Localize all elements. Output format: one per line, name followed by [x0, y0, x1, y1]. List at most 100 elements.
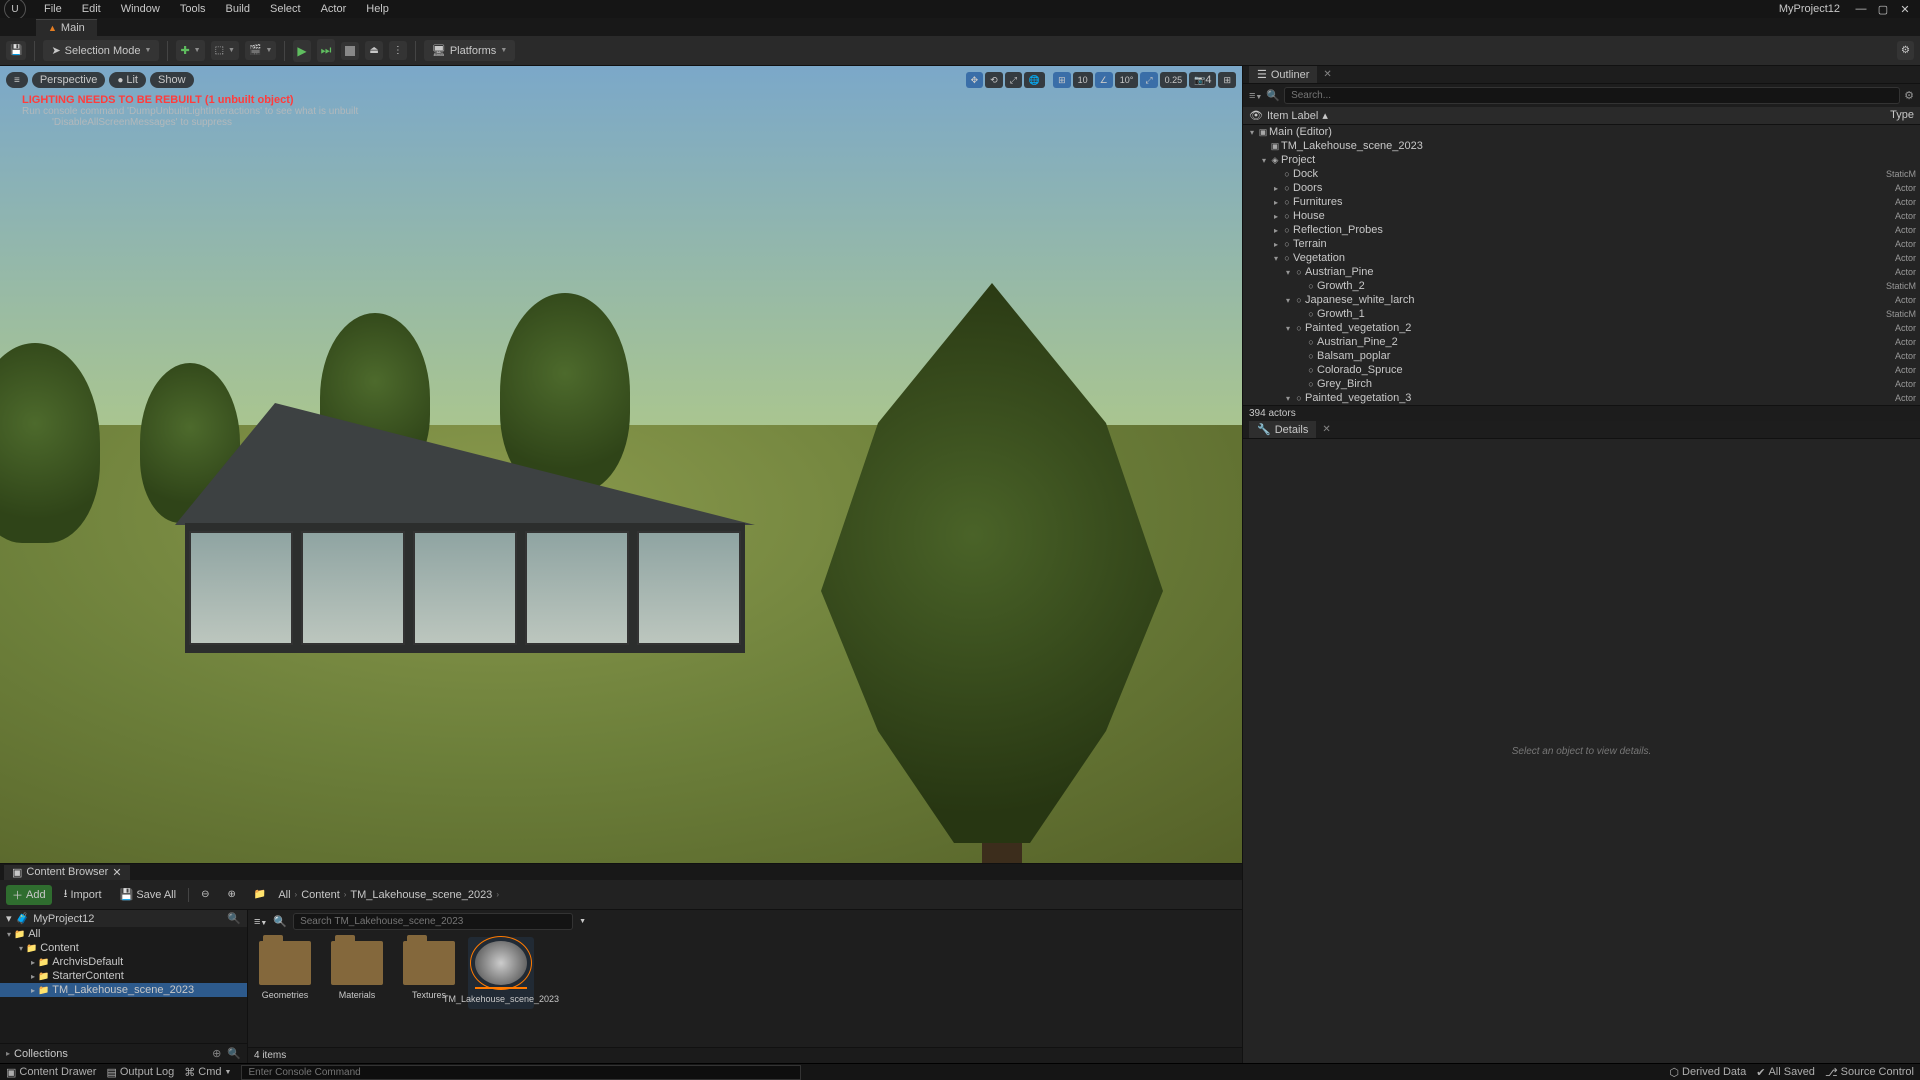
skip-button[interactable]: ⏭: [317, 39, 336, 62]
asset-item[interactable]: Materials: [324, 937, 390, 1005]
outliner-row[interactable]: ○Growth_1StaticM: [1243, 307, 1920, 321]
menu-tools[interactable]: Tools: [170, 1, 216, 17]
expand-icon[interactable]: ▾: [1283, 296, 1293, 305]
add-collection-icon[interactable]: ⊕: [212, 1047, 221, 1060]
expand-icon[interactable]: ▸: [1271, 226, 1281, 235]
transform-scale-button[interactable]: ⤢: [1005, 72, 1022, 88]
stop-button[interactable]: [341, 42, 359, 60]
asset-item[interactable]: TM_Lakehouse_scene_2023: [468, 937, 534, 1009]
outliner-row[interactable]: ○Grey_BirchActor: [1243, 377, 1920, 391]
expand-icon[interactable]: ▾: [1271, 254, 1281, 263]
outliner-row[interactable]: ▾◈Project: [1243, 153, 1920, 167]
asset-search-input[interactable]: [293, 913, 573, 930]
close-icon[interactable]: ✕: [1322, 424, 1330, 435]
folder-icon[interactable]: 📁: [248, 887, 272, 902]
column-item-label[interactable]: 👁 Item Label ▴: [1249, 109, 1868, 122]
transform-rotate-button[interactable]: ⟲: [985, 72, 1003, 88]
add-content-button[interactable]: ✚▼: [176, 40, 204, 61]
source-tree-row[interactable]: ▾📁All: [0, 927, 247, 941]
cinematics-button[interactable]: 🎬▼: [245, 41, 276, 60]
platforms-button[interactable]: 🖥 Platforms ▼: [424, 40, 515, 61]
asset-item[interactable]: Geometries: [252, 937, 318, 1005]
window-close-button[interactable]: ✕: [1894, 3, 1916, 16]
level-viewport[interactable]: ≡ Perspective ● Lit Show ✥ ⟲ ⤢ 🌐 ⊞ 10 ∠ …: [0, 66, 1242, 863]
outliner-row[interactable]: ○Austrian_Pine_2Actor: [1243, 335, 1920, 349]
close-icon[interactable]: ✕: [1323, 69, 1331, 80]
expand-icon[interactable]: ▾: [1247, 128, 1257, 137]
collections-header[interactable]: ▸Collections ⊕🔍: [0, 1043, 247, 1063]
outliner-row[interactable]: ▣TM_Lakehouse_scene_2023: [1243, 139, 1920, 153]
search-icon[interactable]: 🔍: [227, 912, 241, 925]
breadcrumb-segment[interactable]: TM_Lakehouse_scene_2023: [350, 889, 492, 901]
source-tree-header[interactable]: ▾🧳 MyProject12 🔍: [0, 910, 247, 927]
settings-button[interactable]: ⚙: [1897, 41, 1914, 60]
viewport-perspective-button[interactable]: Perspective: [32, 72, 105, 88]
expand-icon[interactable]: ▸: [1271, 240, 1281, 249]
grid-snap-value[interactable]: 10: [1073, 72, 1093, 88]
outliner-row[interactable]: ▾○Painted_vegetation_2Actor: [1243, 321, 1920, 335]
outliner-row[interactable]: ▾○Painted_vegetation_3Actor: [1243, 391, 1920, 405]
console-command-input[interactable]: [241, 1065, 801, 1080]
outliner-row[interactable]: ▾○Austrian_PineActor: [1243, 265, 1920, 279]
play-button[interactable]: ▶: [293, 40, 310, 62]
search-options-button[interactable]: ▼: [579, 918, 586, 925]
save-all-button[interactable]: 💾Save All: [114, 886, 182, 903]
filter-button[interactable]: ≡▼: [1249, 90, 1262, 102]
breadcrumb-segment[interactable]: Content: [301, 889, 340, 901]
outliner-row[interactable]: ○Colorado_SpruceActor: [1243, 363, 1920, 377]
menu-help[interactable]: Help: [356, 1, 399, 17]
expand-icon[interactable]: ▾: [1283, 268, 1293, 277]
source-tree-row[interactable]: ▸📁TM_Lakehouse_scene_2023: [0, 983, 247, 997]
menu-window[interactable]: Window: [111, 1, 170, 17]
content-browser-tab[interactable]: ▣ Content Browser ✕: [4, 865, 130, 880]
expand-icon[interactable]: ▸: [1271, 184, 1281, 193]
expand-icon[interactable]: ▾: [1259, 156, 1269, 165]
menu-build[interactable]: Build: [216, 1, 260, 17]
ue-logo-icon[interactable]: U: [4, 0, 26, 20]
save-button[interactable]: 💾: [6, 41, 26, 60]
search-icon[interactable]: 🔍: [227, 1047, 241, 1060]
viewport-menu-button[interactable]: ≡: [6, 72, 28, 88]
add-button[interactable]: ＋Add: [6, 885, 52, 905]
outliner-row[interactable]: ▸○DoorsActor: [1243, 181, 1920, 195]
breadcrumb-segment[interactable]: All: [278, 889, 290, 901]
source-control-button[interactable]: ⎇ Source Control: [1825, 1066, 1914, 1079]
history-back-button[interactable]: ⊖: [195, 887, 215, 902]
grid-snap-button[interactable]: ⊞: [1053, 72, 1071, 88]
history-fwd-button[interactable]: ⊕: [221, 887, 241, 902]
source-tree-row[interactable]: ▾📁Content: [0, 941, 247, 955]
content-drawer-button[interactable]: ▣ Content Drawer: [6, 1066, 96, 1079]
menu-actor[interactable]: Actor: [311, 1, 357, 17]
outliner-row[interactable]: ▸○FurnituresActor: [1243, 195, 1920, 209]
scale-snap-value[interactable]: 0.25: [1160, 72, 1188, 88]
outliner-row[interactable]: ○Growth_2StaticM: [1243, 279, 1920, 293]
cmd-dropdown[interactable]: ⌘ Cmd ▼: [184, 1066, 231, 1079]
viewport-show-button[interactable]: Show: [150, 72, 194, 88]
outliner-row[interactable]: ▾○Japanese_white_larchActor: [1243, 293, 1920, 307]
outliner-search-input[interactable]: [1284, 87, 1900, 104]
angle-snap-button[interactable]: ∠: [1095, 72, 1113, 88]
source-tree-row[interactable]: ▸📁ArchvisDefault: [0, 955, 247, 969]
filter-button[interactable]: ≡▼: [254, 916, 267, 928]
close-icon[interactable]: ✕: [112, 866, 121, 879]
import-button[interactable]: ⭳Import: [58, 883, 108, 906]
menu-select[interactable]: Select: [260, 1, 311, 17]
eject-button[interactable]: ⏏: [365, 41, 382, 60]
outliner-tab[interactable]: ☰ Outliner: [1249, 66, 1317, 83]
window-minimize-button[interactable]: —: [1850, 3, 1872, 15]
source-tree-row[interactable]: ▸📁StarterContent: [0, 969, 247, 983]
outliner-row[interactable]: ▸○HouseActor: [1243, 209, 1920, 223]
outliner-row[interactable]: ▾○VegetationActor: [1243, 251, 1920, 265]
column-type[interactable]: Type: [1868, 109, 1914, 122]
outliner-row[interactable]: ○Balsam_poplarActor: [1243, 349, 1920, 363]
menu-file[interactable]: File: [34, 1, 72, 17]
selection-mode-button[interactable]: ➤ Selection Mode ▼: [43, 40, 159, 61]
settings-icon[interactable]: ⚙: [1904, 89, 1914, 102]
expand-icon[interactable]: ▸: [1271, 198, 1281, 207]
angle-snap-value[interactable]: 10°: [1115, 72, 1139, 88]
outliner-row[interactable]: ▾▣Main (Editor): [1243, 125, 1920, 139]
viewport-lit-button[interactable]: ● Lit: [109, 72, 146, 88]
output-log-button[interactable]: ▤ Output Log: [106, 1066, 174, 1079]
outliner-row[interactable]: ○DockStaticM: [1243, 167, 1920, 181]
menu-edit[interactable]: Edit: [72, 1, 111, 17]
